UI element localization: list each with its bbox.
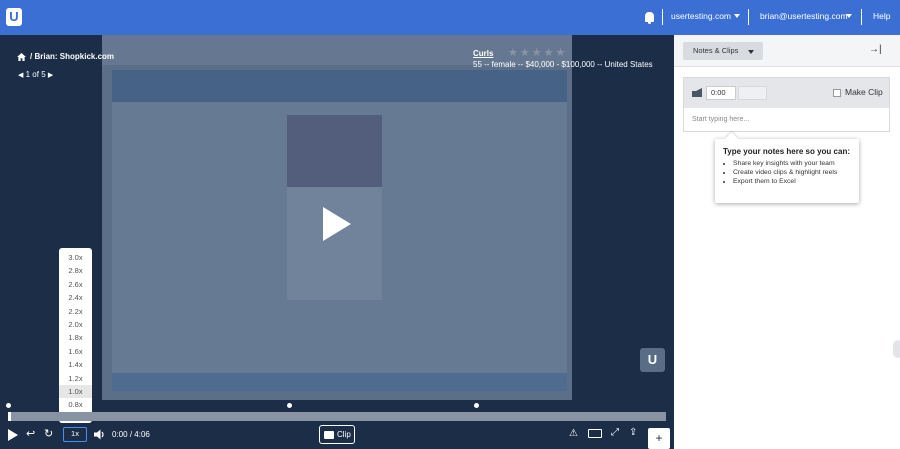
tip-item: Create video clips & highlight reels — [733, 168, 851, 177]
help-link[interactable]: Help — [873, 11, 890, 21]
breadcrumb: / Brian: Shopkick.com — [30, 52, 115, 61]
note-editor[interactable]: 0:00 Make Clip Start typing here... — [683, 77, 890, 132]
share-icon[interactable]: ⇪ — [629, 427, 637, 438]
notes-tip-popover: Type your notes here so you can: Share k… — [715, 139, 859, 203]
account-menu[interactable]: usertesting.com — [671, 11, 731, 21]
clip-icon — [324, 431, 334, 439]
timeline-progress — [8, 412, 11, 421]
panel-resize-handle[interactable] — [893, 340, 900, 358]
speed-option[interactable]: 2.8x — [59, 264, 92, 277]
divider — [662, 9, 663, 25]
notes-panel-header: Notes & Clips →| — [674, 35, 900, 67]
usertesting-watermark-icon: U — [640, 348, 665, 372]
speed-option[interactable]: 2.6x — [59, 278, 92, 291]
chevron-down-icon[interactable] — [734, 14, 740, 18]
speed-option[interactable]: 1.8x — [59, 331, 92, 344]
session-pager: ◀ 1 of 5 ▶ — [18, 70, 53, 79]
speed-option[interactable]: 3.0x — [59, 251, 92, 264]
duration: 4:06 — [134, 430, 150, 439]
keyboard-icon[interactable] — [588, 429, 602, 438]
speed-option[interactable]: 0.8x — [59, 398, 92, 411]
note-time-input[interactable]: 0:00 — [706, 86, 736, 100]
notes-clips-dropdown[interactable]: Notes & Clips — [683, 42, 763, 60]
tip-title: Type your notes here so you can: — [723, 147, 850, 156]
speed-option[interactable]: 2.2x — [59, 305, 92, 318]
tip-item: Share key insights with your team — [733, 159, 851, 168]
timeline-marker[interactable] — [287, 403, 292, 408]
divider — [861, 9, 862, 25]
tip-item: Export them to Excel — [733, 177, 851, 186]
notes-panel: Notes & Clips →| 0:00 Make Clip Start ty… — [674, 35, 900, 449]
add-button[interactable]: + — [648, 428, 670, 449]
tip-list: Share key insights with your team Create… — [723, 159, 851, 186]
playback-speed-menu: 3.0x 2.8x 2.6x 2.4x 2.2x 2.0x 1.8x 1.6x 1.4x 1.2x… — [59, 248, 92, 423]
notification-bell-icon[interactable] — [645, 12, 654, 24]
speed-option[interactable]: 1.6x — [59, 345, 92, 358]
speed-option[interactable]: 1.0x — [59, 384, 92, 399]
current-time: 0:00 — [112, 430, 128, 439]
time-display: 0:00 / 4:06 — [112, 430, 150, 439]
chevron-down-icon[interactable] — [846, 14, 852, 18]
timeline-marker[interactable] — [474, 403, 479, 408]
note-toolbar: 0:00 Make Clip — [684, 78, 889, 108]
warning-icon[interactable]: ⚠ — [569, 428, 578, 439]
play-icon[interactable] — [323, 207, 351, 241]
chevron-down-icon — [748, 50, 754, 54]
speed-option[interactable]: 2.4x — [59, 291, 92, 304]
video-player[interactable]: / Brian: Shopkick.com ◀ 1 of 5 ▶ Curls ★… — [0, 35, 674, 449]
time-separator: / — [129, 430, 133, 439]
speed-option[interactable]: 1.4x — [59, 358, 92, 371]
star-rating[interactable]: ★★★★★ — [508, 46, 567, 59]
divider — [748, 9, 749, 25]
tester-demographics: 55 -- female -- $40,000 - $100,000 -- Un… — [473, 60, 653, 69]
session-title[interactable]: Brian: Shopkick.com — [34, 52, 114, 61]
tester-name[interactable]: Curls — [473, 49, 493, 58]
volume-icon[interactable] — [94, 429, 106, 440]
fullscreen-icon[interactable]: ⤢ — [611, 427, 619, 438]
loop-icon[interactable]: ↻ — [44, 427, 53, 440]
clip-button[interactable]: Clip — [319, 425, 355, 444]
timeline-scrubber[interactable] — [8, 412, 666, 421]
playback-speed-button[interactable]: 1x — [63, 427, 87, 442]
clip-end-time-input[interactable] — [738, 86, 767, 100]
clip-label: Clip — [337, 430, 351, 439]
play-icon[interactable] — [8, 429, 18, 441]
make-clip-checkbox[interactable] — [833, 89, 841, 97]
top-navigation-bar: U usertesting.com brian@usertesting.com … — [0, 0, 900, 35]
home-icon[interactable] — [17, 53, 26, 61]
timeline-marker[interactable] — [6, 403, 11, 408]
make-clip-label[interactable]: Make Clip — [845, 87, 883, 97]
previous-arrow-icon[interactable]: ◀ — [18, 72, 23, 79]
speed-option[interactable]: 2.0x — [59, 318, 92, 331]
replay-icon[interactable]: ↩ — [26, 427, 35, 440]
note-input-placeholder[interactable]: Start typing here... — [692, 116, 749, 123]
usertesting-logo[interactable]: U — [6, 8, 22, 26]
next-arrow-icon[interactable]: ▶ — [48, 72, 53, 79]
dropdown-label: Notes & Clips — [693, 46, 739, 55]
collapse-panel-icon[interactable]: →| — [869, 44, 882, 55]
clip-marker-icon[interactable] — [692, 88, 702, 97]
pager-label: 1 of 5 — [25, 70, 46, 79]
speed-option[interactable]: 1.2x — [59, 372, 92, 385]
user-menu[interactable]: brian@usertesting.com — [760, 11, 848, 21]
